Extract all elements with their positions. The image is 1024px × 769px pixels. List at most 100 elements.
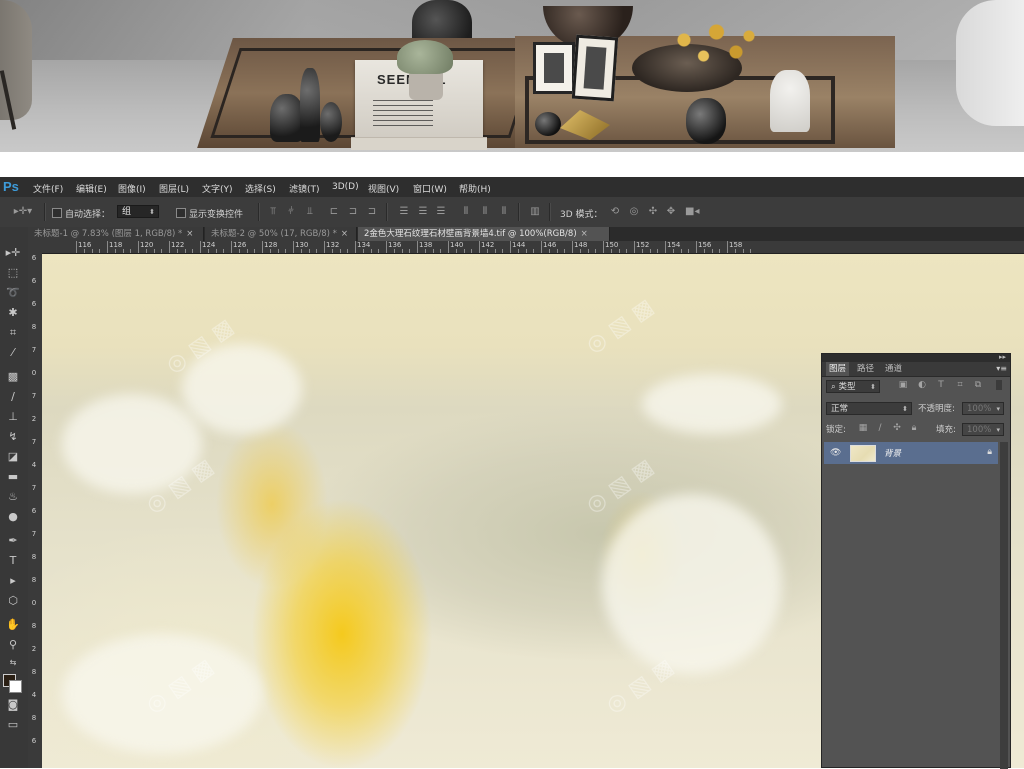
- align-top-icon[interactable]: ⫪: [268, 207, 278, 217]
- swap-colors-icon[interactable]: ⇆: [4, 655, 22, 671]
- vertical-ruler[interactable]: 6 6 6 8 7 0 7 2 7 4 7 6 7 8 8 0 8 2 8 4 8 6: [28, 253, 43, 768]
- filter-adjustment-icon[interactable]: ◐: [917, 380, 927, 390]
- distribute-bottom-icon[interactable]: ☰: [436, 207, 446, 217]
- panel-menu-icon[interactable]: ▾≡: [996, 364, 1007, 373]
- distribute-left-icon[interactable]: ⫴: [461, 207, 471, 217]
- pen-tool-icon[interactable]: ✒: [4, 533, 22, 549]
- path-select-icon[interactable]: ▸: [4, 573, 22, 589]
- align-hcenter-icon[interactable]: ⊐: [348, 207, 358, 217]
- tab-channels[interactable]: 通道: [882, 362, 905, 376]
- auto-align-icon[interactable]: ▥: [530, 207, 540, 217]
- ruler-minor-tick: [316, 249, 318, 253]
- close-icon[interactable]: ×: [341, 229, 348, 239]
- 3d-pan-icon[interactable]: ✣: [648, 207, 658, 217]
- menu-3d[interactable]: 3D(D): [332, 182, 359, 192]
- align-bottom-icon[interactable]: ⫫: [305, 207, 315, 217]
- ruler-minor-tick: [517, 249, 519, 253]
- tab-document-3[interactable]: 2金色大理石纹理石材壁画背景墙4.tif @ 100%(RGB/8) ×: [358, 227, 610, 241]
- menu-image[interactable]: 图像(I): [118, 182, 146, 195]
- screen-mode-icon[interactable]: ▭: [4, 717, 22, 733]
- eyedropper-icon[interactable]: ⁄: [4, 345, 22, 361]
- shape-tool-icon[interactable]: ⬡: [4, 593, 22, 609]
- 3d-slide-icon[interactable]: ✥: [666, 207, 676, 217]
- align-left-icon[interactable]: ⊏: [329, 207, 339, 217]
- background-color-swatch[interactable]: [9, 680, 22, 693]
- ruler-label: 7: [31, 346, 37, 354]
- ruler-minor-tick: [486, 249, 488, 253]
- tab-layers[interactable]: 图层: [826, 362, 850, 376]
- eraser-icon[interactable]: ◪: [4, 449, 22, 465]
- blend-mode-dropdown[interactable]: 正常 ⬍: [826, 402, 912, 415]
- brush-tool-icon[interactable]: ∕: [4, 389, 22, 405]
- quick-mask-icon[interactable]: ◙: [4, 697, 22, 713]
- filter-toggle-switch[interactable]: [996, 380, 1002, 390]
- panel-scrollbar[interactable]: [1000, 442, 1008, 769]
- auto-select-dropdown[interactable]: 组 ⬍: [117, 205, 159, 218]
- watermark-glyph: ◎ ▧ ▩: [581, 294, 659, 359]
- type-tool-icon[interactable]: T: [4, 553, 22, 569]
- menu-type[interactable]: 文字(Y): [202, 182, 233, 195]
- tab-paths[interactable]: 路径: [854, 362, 877, 376]
- move-tool-icon[interactable]: ▸✛: [4, 245, 22, 261]
- layer-row-background[interactable]: 👁︎ 背景 🔒︎: [824, 442, 998, 464]
- fill-input[interactable]: 100% ▾: [962, 423, 1004, 436]
- lasso-tool-icon[interactable]: ➰: [4, 285, 22, 301]
- ruler-tick: [169, 241, 170, 253]
- distribute-right-icon[interactable]: ⫴: [499, 207, 509, 217]
- marquee-tool-icon[interactable]: ⬚: [4, 265, 22, 281]
- horizontal-ruler[interactable]: 116 118 120 122 124 126 128 130 132 134 136 138 140 1…: [42, 241, 1024, 254]
- menu-select[interactable]: 选择(S): [245, 182, 276, 195]
- history-brush-icon[interactable]: ↯: [4, 429, 22, 445]
- show-transform-checkbox[interactable]: [176, 208, 186, 218]
- distribute-vcenter-icon[interactable]: ☰: [418, 207, 428, 217]
- align-right-icon[interactable]: ⊐: [367, 207, 377, 217]
- eye-icon[interactable]: 👁︎: [830, 448, 841, 458]
- move-tool-icon[interactable]: ▸✛▾: [12, 207, 34, 217]
- menu-filter[interactable]: 滤镜(T): [289, 182, 320, 195]
- healing-brush-icon[interactable]: ▩: [4, 369, 22, 385]
- auto-select-checkbox[interactable]: [52, 208, 62, 218]
- lock-position-icon[interactable]: ✣: [892, 423, 902, 433]
- collapse-panel-icon[interactable]: ▸▸: [999, 353, 1006, 361]
- lock-transparency-icon[interactable]: ▦: [858, 423, 868, 433]
- tab-document-2[interactable]: 未标题-2 @ 50% (17, RGB/8) * ×: [205, 227, 357, 241]
- tab-label: 2金色大理石纹理石材壁画背景墙4.tif @ 100%(RGB/8): [364, 229, 577, 239]
- layer-filter-dropdown[interactable]: ⌕ 类型 ⬍: [826, 380, 880, 393]
- filter-pixel-icon[interactable]: ▣: [898, 380, 908, 390]
- lock-all-icon[interactable]: 🔒︎: [909, 423, 919, 433]
- 3d-roll-icon[interactable]: ◎: [629, 207, 639, 217]
- menu-help[interactable]: 帮助(H): [459, 182, 491, 195]
- filter-smart-object-icon[interactable]: ⧉: [973, 380, 983, 390]
- clone-stamp-icon[interactable]: ⊥: [4, 409, 22, 425]
- filter-type-icon[interactable]: T: [936, 380, 946, 390]
- menu-edit[interactable]: 编辑(E): [76, 182, 107, 195]
- dodge-tool-icon[interactable]: ●: [4, 509, 22, 525]
- tab-document-1[interactable]: 未标题-1 @ 7.83% (图层 1, RGB/8) * ×: [28, 227, 204, 241]
- 3d-scale-icon[interactable]: ■◂: [685, 207, 699, 217]
- filter-shape-icon[interactable]: ⌗: [955, 380, 965, 390]
- marble-highlight: [642, 374, 782, 434]
- magic-wand-icon[interactable]: ✱: [4, 305, 22, 321]
- close-icon[interactable]: ×: [186, 229, 193, 239]
- blur-tool-icon[interactable]: ♨: [4, 489, 22, 505]
- opacity-label: 不透明度:: [918, 404, 955, 414]
- ruler-minor-tick: [122, 249, 124, 253]
- lock-pixels-icon[interactable]: ∕: [875, 423, 885, 433]
- opacity-input[interactable]: 100% ▾: [962, 402, 1004, 415]
- distribute-top-icon[interactable]: ☰: [399, 207, 409, 217]
- menu-window[interactable]: 窗口(W): [413, 182, 447, 195]
- ruler-label: 144: [512, 241, 526, 249]
- gradient-tool-icon[interactable]: ▬: [4, 469, 22, 485]
- 3d-rotate-icon[interactable]: ⟲: [610, 207, 620, 217]
- hand-tool-icon[interactable]: ✋: [4, 617, 22, 633]
- menu-file[interactable]: 文件(F): [33, 182, 63, 195]
- crop-tool-icon[interactable]: ⌗: [4, 325, 22, 341]
- distribute-hcenter-icon[interactable]: ⫴: [480, 207, 490, 217]
- ruler-label: 150: [605, 241, 619, 249]
- ruler-origin[interactable]: [28, 241, 42, 253]
- zoom-tool-icon[interactable]: ⚲: [4, 637, 22, 653]
- close-icon[interactable]: ×: [581, 229, 588, 239]
- menu-view[interactable]: 视图(V): [368, 182, 399, 195]
- menu-layer[interactable]: 图层(L): [159, 182, 189, 195]
- align-vcenter-icon[interactable]: ⫩: [286, 207, 296, 217]
